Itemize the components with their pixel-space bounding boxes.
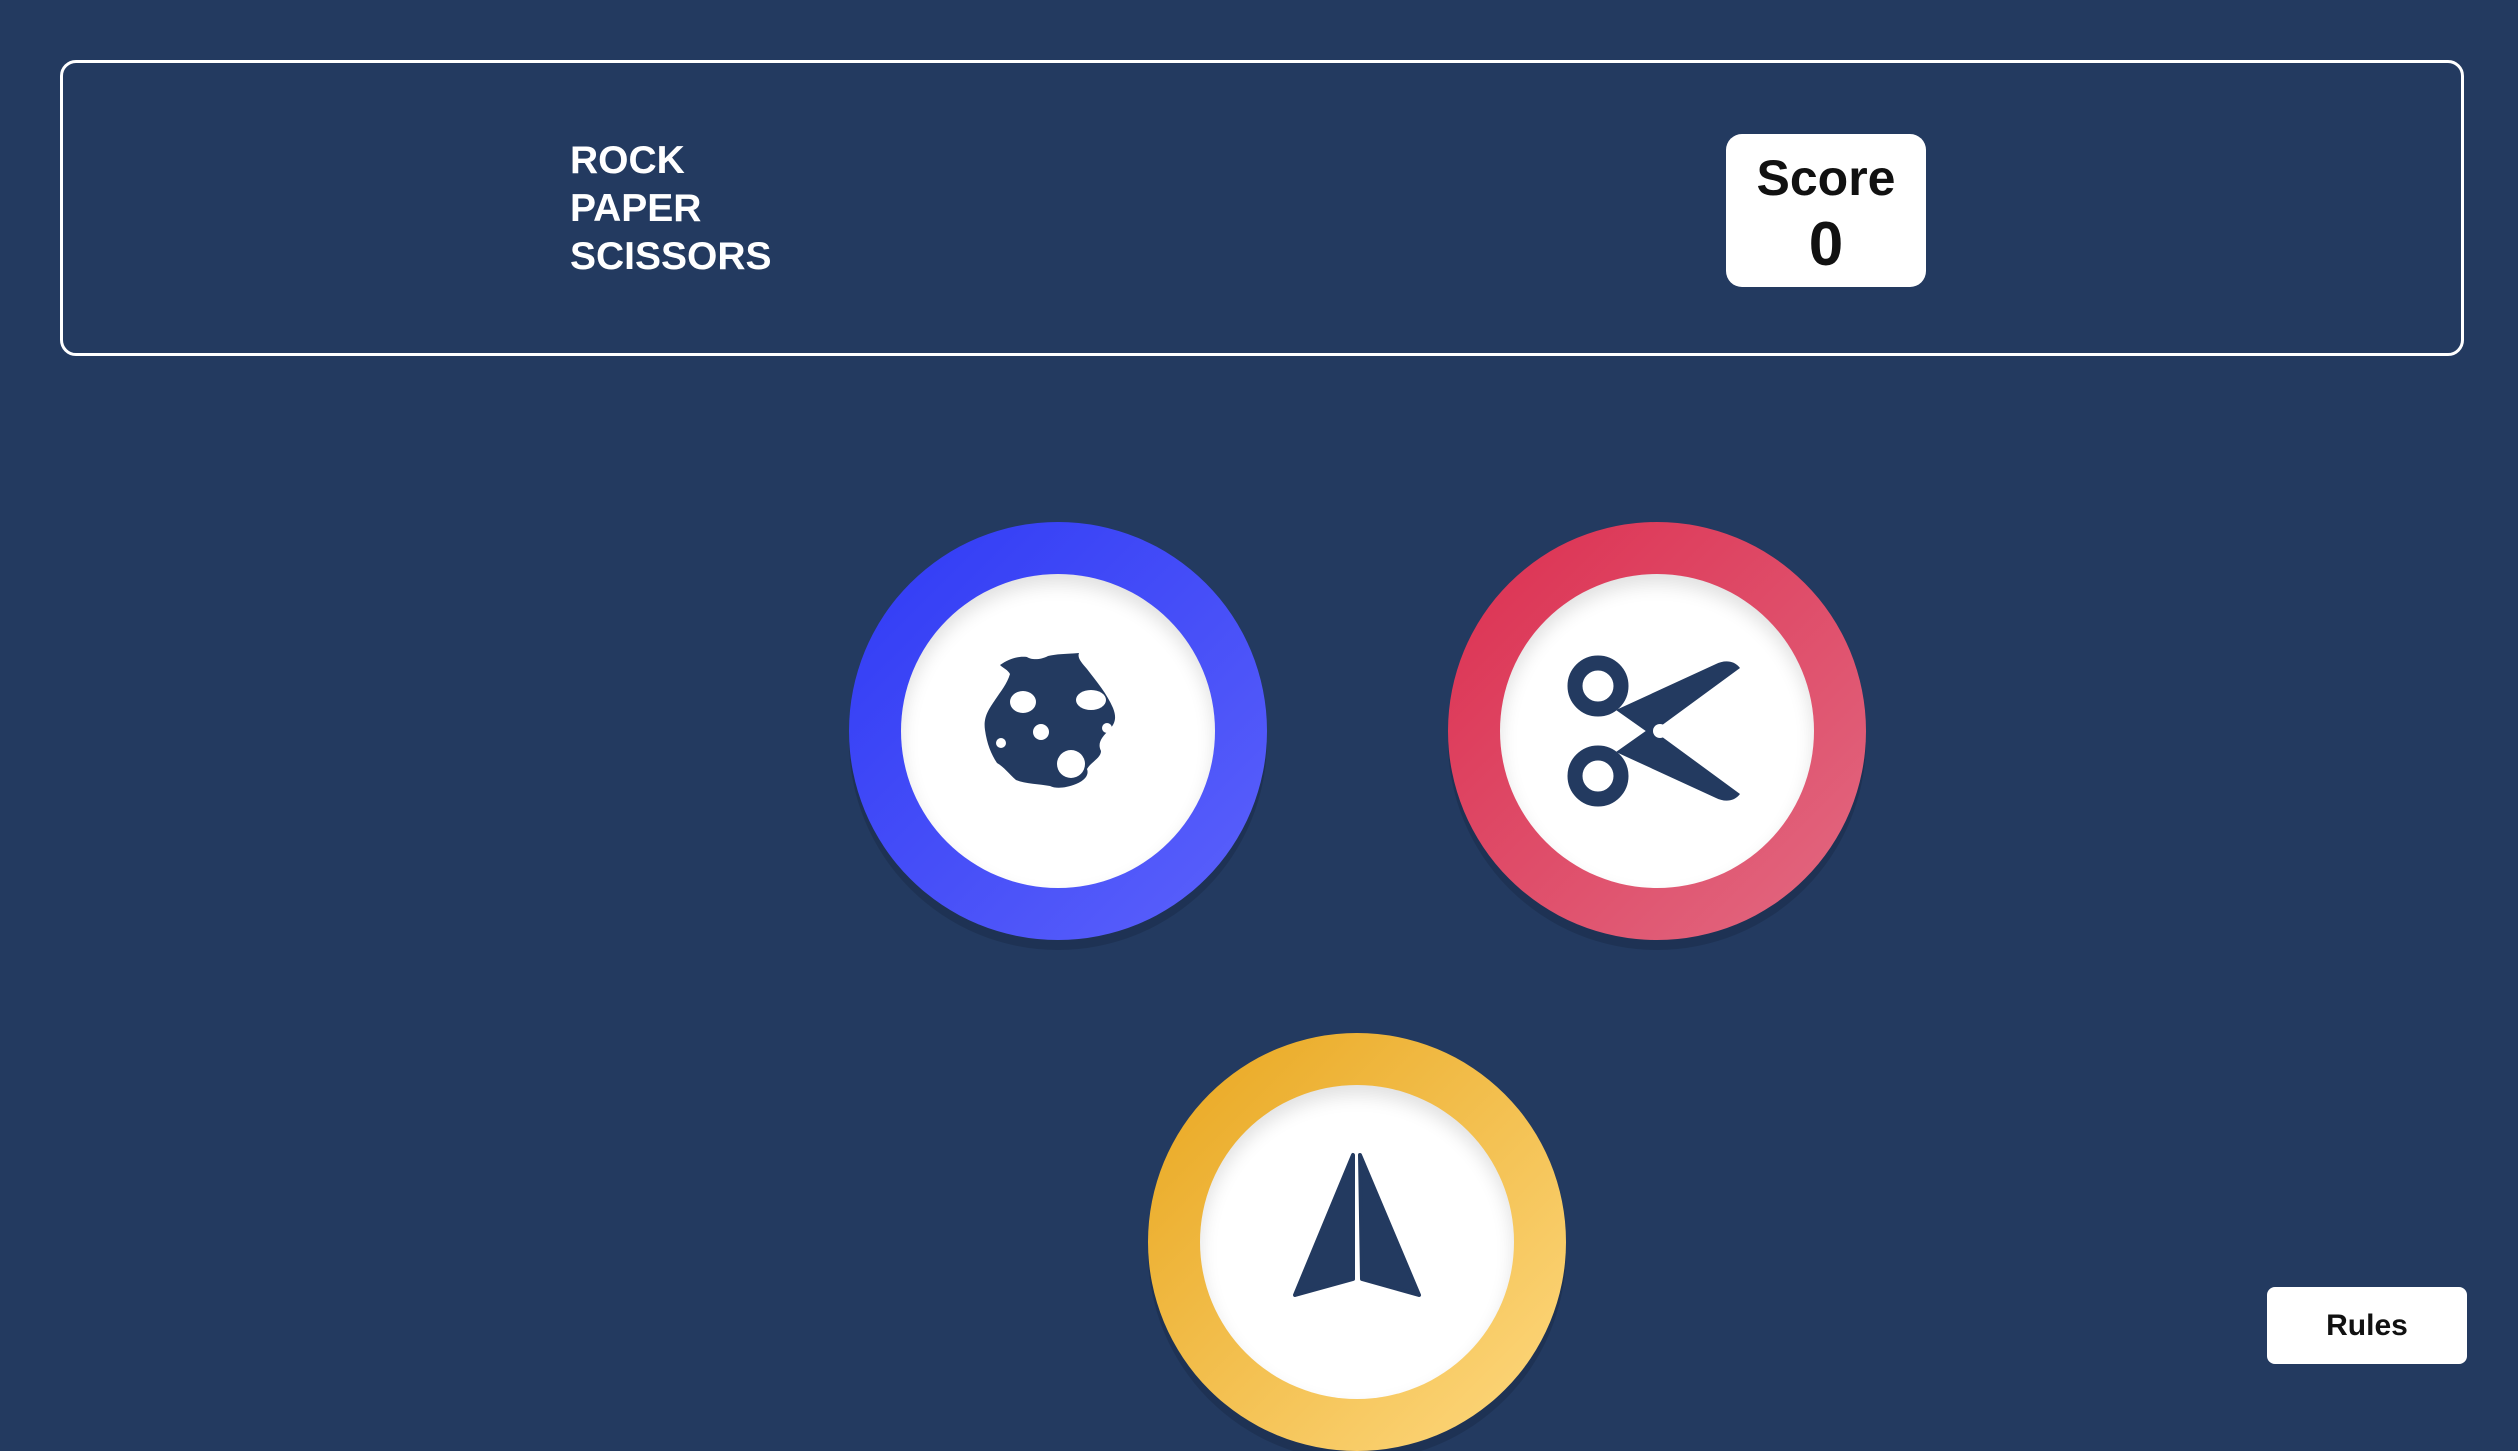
paper-choice-inner bbox=[1200, 1085, 1514, 1399]
paper-choice-button[interactable] bbox=[1148, 1033, 1566, 1451]
game-title-line-paper: PAPER bbox=[570, 187, 702, 230]
rock-choice-inner bbox=[901, 574, 1215, 888]
scissors-icon bbox=[1567, 655, 1740, 807]
game-title-line-scissors: SCISSORS bbox=[570, 235, 772, 278]
score-value: 0 bbox=[1808, 210, 1844, 279]
rules-button[interactable]: Rules bbox=[2267, 1287, 2467, 1364]
header-panel bbox=[60, 60, 2464, 356]
scissors-choice-button[interactable] bbox=[1448, 522, 1866, 940]
score-label: Score bbox=[1756, 150, 1896, 206]
rock-choice-button[interactable] bbox=[849, 522, 1267, 940]
paper-icon bbox=[1293, 1153, 1421, 1297]
game-title-line-rock: ROCK bbox=[570, 139, 685, 182]
rock-icon bbox=[984, 653, 1116, 788]
score-box: Score 0 bbox=[1726, 134, 1926, 287]
scissors-choice-inner bbox=[1500, 574, 1814, 888]
